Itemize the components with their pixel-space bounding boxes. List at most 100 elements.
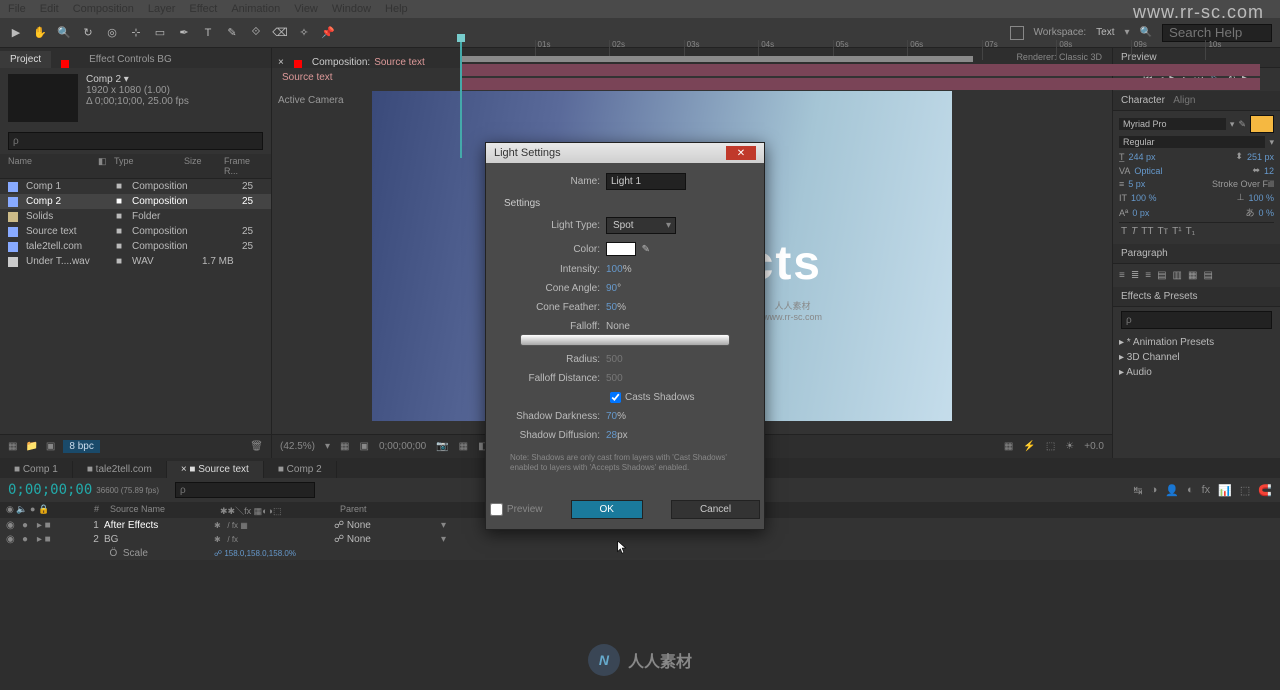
interpret-icon[interactable]: ▦: [8, 441, 17, 452]
ok-button[interactable]: OK: [571, 500, 643, 519]
trash-icon[interactable]: 🗑: [250, 441, 263, 452]
radius-label: Radius:: [500, 354, 606, 365]
falloff-distance-value: 500: [606, 373, 623, 384]
project-item[interactable]: Source text■Composition25: [0, 224, 271, 239]
tab-project[interactable]: Project: [0, 51, 51, 68]
cone-angle-value[interactable]: 90: [606, 283, 617, 294]
preview-checkbox[interactable]: [490, 503, 503, 516]
zoom-tool-icon[interactable]: 🔍: [56, 25, 72, 41]
project-item[interactable]: Comp 2■Composition25: [0, 194, 271, 209]
project-item[interactable]: tale2tell.com■Composition25: [0, 239, 271, 254]
watermark-url: www.rr-sc.com: [1133, 2, 1264, 23]
text-tool-icon[interactable]: T: [200, 25, 216, 41]
falloff-value[interactable]: None: [606, 321, 630, 332]
footer-watermark: N 人人素材: [588, 644, 692, 676]
clone-tool-icon[interactable]: ⟐: [248, 25, 264, 41]
selection-tool-icon[interactable]: ▶: [8, 25, 24, 41]
timeline-tab[interactable]: ■ Comp 1: [0, 461, 73, 478]
tab-effect-controls[interactable]: Effect Controls BG: [79, 51, 182, 68]
menu-window[interactable]: Window: [332, 3, 371, 15]
project-search-input[interactable]: [8, 132, 263, 150]
menubar: File Edit Composition Layer Effect Anima…: [0, 0, 1280, 18]
shape-tool-icon[interactable]: ▭: [152, 25, 168, 41]
menu-composition[interactable]: Composition: [73, 3, 134, 15]
workspace-square-icon[interactable]: [1010, 26, 1024, 40]
shadow-diffusion-value[interactable]: 28: [606, 430, 617, 441]
color-eyedropper-icon[interactable]: ✎: [642, 244, 650, 255]
project-item[interactable]: Comp 1■Composition25: [0, 179, 271, 194]
timeline-timecode[interactable]: 0;00;00;00: [8, 482, 92, 498]
timeline-tab[interactable]: ■ Comp 2: [264, 461, 337, 478]
project-item[interactable]: Under T....wav■WAV1.7 MB: [0, 254, 271, 269]
comp-tab-label[interactable]: Composition:: [312, 57, 370, 68]
col-size[interactable]: Size: [184, 156, 224, 176]
col-name[interactable]: Name: [8, 156, 98, 176]
playhead[interactable]: [460, 38, 462, 158]
brush-tool-icon[interactable]: ✎: [224, 25, 240, 41]
roto-tool-icon[interactable]: ✧: [296, 25, 312, 41]
comp-indicator-icon: [294, 60, 302, 68]
casts-shadows-checkbox[interactable]: [610, 392, 621, 403]
name-input[interactable]: [606, 173, 686, 190]
project-panel: Project Effect Controls BG Comp 2 ▾ 1920…: [0, 48, 272, 458]
workspace-arrow-icon[interactable]: ▾: [1125, 27, 1130, 38]
resolution-dropdown[interactable]: ▾: [325, 441, 330, 452]
timeline-search-input[interactable]: [175, 482, 315, 498]
search-help-input[interactable]: [1162, 24, 1272, 42]
col-label-icon[interactable]: ◧: [98, 156, 114, 176]
intensity-label: Intensity:: [500, 264, 606, 275]
pen-tool-icon[interactable]: ✒: [176, 25, 192, 41]
menu-animation[interactable]: Animation: [231, 3, 280, 15]
hand-tool-icon[interactable]: ✋: [32, 25, 48, 41]
col-source-name[interactable]: Source Name: [110, 504, 220, 517]
rotate-tool-icon[interactable]: ↻: [80, 25, 96, 41]
active-camera-label[interactable]: Active Camera: [278, 95, 344, 106]
layer-bar-2[interactable]: [460, 78, 1260, 90]
bpc-button[interactable]: 8 bpc: [63, 440, 99, 453]
anchor-tool-icon[interactable]: ⊹: [128, 25, 144, 41]
folder-icon[interactable]: 📁: [25, 441, 37, 452]
menu-layer[interactable]: Layer: [148, 3, 176, 15]
menu-file[interactable]: File: [8, 3, 26, 15]
mask-icon[interactable]: ▣: [360, 441, 369, 452]
menu-edit[interactable]: Edit: [40, 3, 59, 15]
timeline-tab[interactable]: ■ tale2tell.com: [73, 461, 167, 478]
comp-tab-link[interactable]: Source text: [374, 57, 425, 68]
project-item[interactable]: Solids■Folder: [0, 209, 271, 224]
eraser-tool-icon[interactable]: ⌫: [272, 25, 288, 41]
comp-duration: Δ 0;00;10;00, 25.00 fps: [86, 96, 189, 107]
comp-x-icon[interactable]: ×: [278, 57, 284, 68]
work-area-bar[interactable]: [460, 56, 973, 62]
light-type-dropdown[interactable]: Spot: [606, 217, 676, 234]
comp-name[interactable]: Comp 2 ▾: [86, 74, 189, 85]
col-switches: ✱✱＼fx ▦◐◑⬚: [220, 504, 340, 517]
cone-feather-value[interactable]: 50: [606, 302, 617, 313]
intensity-value[interactable]: 100: [606, 264, 623, 275]
color-swatch[interactable]: [606, 242, 636, 256]
snapshot-icon[interactable]: 📷: [436, 441, 448, 452]
workspace-dropdown[interactable]: Text: [1096, 27, 1114, 38]
col-type[interactable]: Type: [114, 156, 184, 176]
menu-view[interactable]: View: [294, 3, 318, 15]
layer-bar-1[interactable]: [460, 64, 1260, 76]
cone-angle-unit: °: [617, 283, 621, 294]
falloff-distance-label: Falloff Distance:: [500, 373, 606, 384]
dialog-close-button[interactable]: ✕: [726, 146, 756, 160]
dialog-title: Light Settings: [494, 147, 561, 159]
new-comp-icon[interactable]: ▣: [46, 441, 55, 452]
cancel-button[interactable]: Cancel: [671, 500, 760, 519]
col-parent[interactable]: Parent: [340, 504, 367, 517]
puppet-tool-icon[interactable]: 📌: [320, 25, 336, 41]
falloff-scrub-bar[interactable]: [520, 334, 730, 346]
menu-effect[interactable]: Effect: [189, 3, 217, 15]
menu-help[interactable]: Help: [385, 3, 408, 15]
timeline-tab[interactable]: × ■ Source text: [167, 461, 264, 478]
grid-icon[interactable]: ▦: [340, 441, 349, 452]
shadow-diffusion-unit: px: [617, 430, 628, 441]
cone-feather-label: Cone Feather:: [500, 302, 606, 313]
current-time[interactable]: 0;00;00;00: [379, 441, 426, 452]
camera-tool-icon[interactable]: ◎: [104, 25, 120, 41]
col-framerate[interactable]: Frame R...: [224, 156, 263, 176]
shadow-darkness-value[interactable]: 70: [606, 411, 617, 422]
zoom-dropdown[interactable]: (42.5%): [280, 441, 315, 452]
